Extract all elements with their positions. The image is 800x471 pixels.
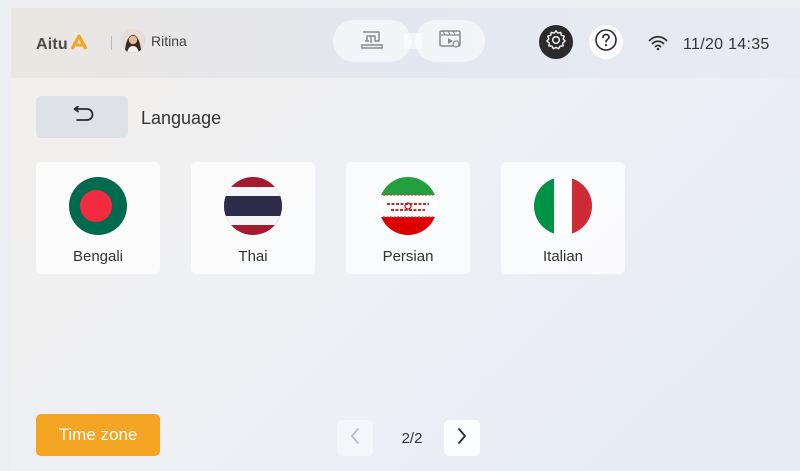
video-mode-button[interactable]: [415, 20, 485, 62]
iran-flag-icon: [379, 177, 437, 235]
settings-button[interactable]: [539, 25, 573, 59]
bangladesh-flag-icon: [69, 177, 127, 235]
sewing-mode-button[interactable]: [333, 20, 411, 62]
italy-flag-icon: [534, 177, 592, 235]
aitu-logo-mark-icon: [70, 34, 88, 55]
user-profile[interactable]: Ritina: [121, 29, 187, 53]
sewing-machine-icon: [360, 28, 384, 55]
language-option-thai[interactable]: Thai: [191, 162, 315, 274]
wifi-icon: [648, 35, 668, 56]
page-indicator: 2/2: [401, 430, 423, 447]
gear-icon: [545, 29, 567, 56]
top-bar: Aitu Ritina 11/20 14:35: [11, 8, 800, 78]
language-label: Italian: [542, 248, 584, 265]
question-icon: [594, 28, 618, 57]
brand-name: Aitu: [36, 35, 68, 53]
language-option-bengali[interactable]: Bengali: [36, 162, 160, 274]
clock-display: 11/20 14:35: [683, 36, 770, 53]
language-label: Thai: [238, 248, 268, 265]
user-name: Ritina: [151, 33, 187, 49]
previous-page-button[interactable]: [337, 420, 373, 456]
language-option-italian[interactable]: Italian: [501, 162, 625, 274]
undo-arrow-icon: [69, 105, 95, 129]
next-page-button[interactable]: [444, 420, 480, 456]
chevron-right-icon: [456, 427, 468, 450]
page-title: Language: [141, 108, 222, 128]
chevron-left-icon: [349, 427, 361, 450]
thailand-flag-icon: [224, 177, 282, 235]
brand-logo: Aitu: [36, 34, 88, 55]
language-label: Bengali: [72, 248, 124, 265]
help-button[interactable]: [589, 25, 623, 59]
language-option-persian[interactable]: Persian: [346, 162, 470, 274]
back-button[interactable]: [36, 96, 128, 138]
avatar: [121, 29, 145, 53]
video-player-icon: [438, 28, 462, 55]
app-screen: Aitu Ritina 11/20 14:35 Language Bengali…: [11, 8, 800, 471]
header-divider: [111, 36, 112, 50]
time-zone-button[interactable]: Time zone: [36, 414, 160, 456]
language-label: Persian: [382, 248, 434, 265]
